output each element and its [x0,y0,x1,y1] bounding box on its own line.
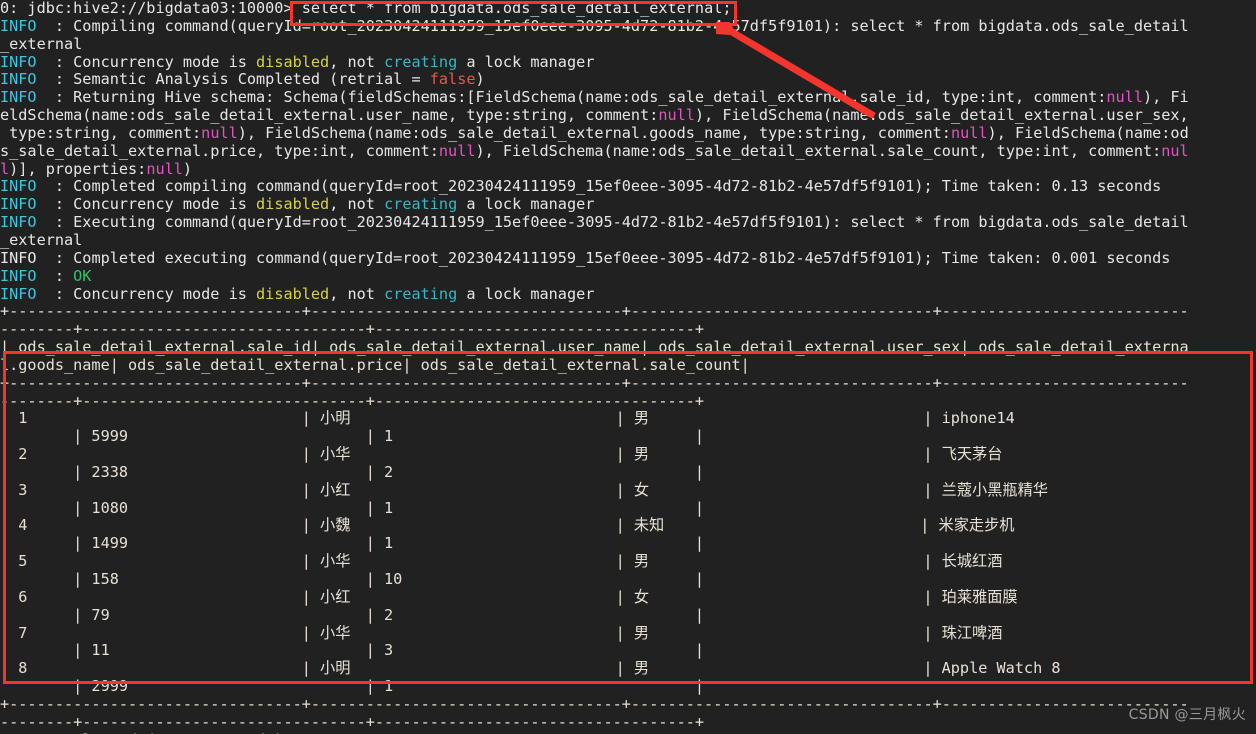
log-line-6: INFO : Executing command(queryId=root_20… [0,213,1189,232]
table-separator-top: +--------------------------------+------… [0,302,1189,321]
table-row: | 5 | 小华 | 男 | 长城红酒 [0,552,1167,571]
log-line-5: INFO : Concurrency mode is disabled, not… [0,195,595,214]
table-separator-mid: +--------------------------------+------… [0,373,1189,392]
log-line-4: INFO : Completed compiling command(query… [0,177,1162,196]
table-row: | 11 | 3 | [0,641,705,660]
table-header-row: | ods_sale_detail_external.sale_id| ods_… [0,338,1189,357]
log-line-6: _external [0,230,83,249]
table-row: | 6 | 小红 | 女 | 珀莱雅面膜 [0,587,1164,606]
table-row: | 7 | 小华 | 男 | 珠江啤酒 [0,623,1167,642]
table-separator-bottom: --------+-------------------------------… [0,712,705,731]
table-row: | 1 | 小明 | 男 | iphone14 [0,409,1180,428]
csdn-watermark: CSDN @三月枫火 [1128,707,1246,724]
log-line-0: _external [0,34,83,53]
table-separator-mid: --------+-------------------------------… [0,391,705,410]
table-row: | 8 | 小明 | 男 | Apple Watch 8 [0,659,1180,678]
log-line-3: eldSchema(name:ods_sale_detail_external.… [0,106,1189,125]
table-row: | 1499 | 1 | [0,534,705,553]
log-line-3: s_sale_detail_external.price, type:int, … [0,141,1189,160]
table-row: | 5999 | 1 | [0,427,705,446]
table-separator-bottom: +--------------------------------+------… [0,694,1189,713]
table-row: | 2999 | 1 | [0,677,705,696]
log-line-2: INFO : Semantic Analysis Completed (retr… [0,70,485,89]
table-separator-top: --------+-------------------------------… [0,320,705,339]
table-row: | 158 | 10 | [0,570,705,588]
table-row: | 79 | 2 | [0,605,705,624]
terminal-window[interactable]: 0: jdbc:hive2://bigdata03:10000> select … [0,0,1256,734]
terminal-output[interactable]: 0: jdbc:hive2://bigdata03:10000> select … [0,0,1256,734]
log-line-9: INFO : Concurrency mode is disabled, not… [0,284,595,303]
table-header-row: l.goods_name| ods_sale_detail_external.p… [0,355,750,374]
log-line-3: INFO : Returning Hive schema: Schema(fie… [0,88,1189,107]
log-line-3: l)], properties:null) [0,159,193,178]
log-line-7: INFO : Completed executing command(query… [0,248,1171,267]
table-row: | 4 | 小魏 | 未知 | 米家走步机 [0,516,1161,535]
prompt-line: 0: jdbc:hive2://bigdata03:10000> select … [0,0,732,17]
table-row: | 3 | 小红 | 女 | 兰蔻小黑瓶精华 [0,480,1158,499]
log-line-8: INFO : OK [0,266,92,285]
table-row: | 2338 | 2 | [0,462,705,481]
log-line-1: INFO : Concurrency mode is disabled, not… [0,52,595,71]
log-line-0: INFO : Compiling command(queryId=root_20… [0,16,1189,35]
table-row: | 2 | 小华 | 男 | 飞天茅台 [0,445,1167,464]
table-row: | 1080 | 1 | [0,498,705,517]
log-line-3: type:string, comment:null), FieldSchema(… [0,123,1189,142]
